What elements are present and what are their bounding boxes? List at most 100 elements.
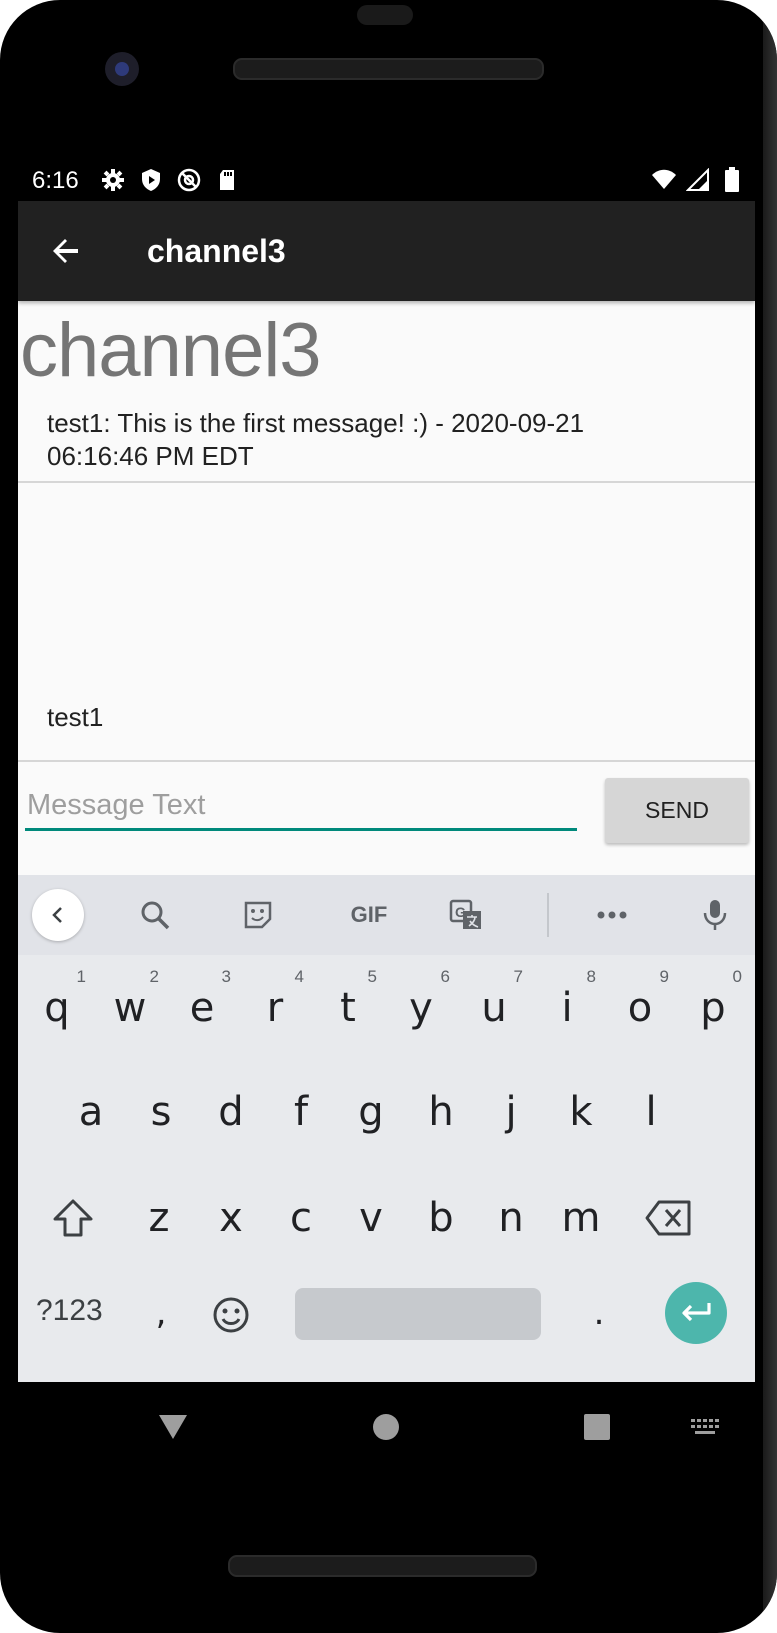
message-list-empty-area — [18, 502, 755, 737]
key-comma[interactable]: , — [128, 1268, 194, 1358]
symbols-key[interactable]: ?123 — [36, 1294, 103, 1328]
key-label: t — [340, 985, 356, 1031]
message-list: test1: This is the first message! :) - 2… — [18, 407, 755, 483]
space-key[interactable] — [295, 1288, 541, 1340]
recents-square-icon[interactable] — [574, 1404, 620, 1450]
sensor — [357, 5, 413, 25]
key-n[interactable]: n — [478, 1173, 544, 1263]
toolbar-separator — [547, 893, 549, 937]
key-m[interactable]: m — [548, 1173, 614, 1263]
key-hint: 2 — [149, 967, 159, 986]
mic-icon[interactable] — [695, 895, 735, 935]
keyboard-toolbar: GIF G — [18, 875, 755, 955]
app-bar: channel3 — [18, 201, 755, 301]
status-icons-left — [100, 167, 240, 193]
translate-icon[interactable]: G — [446, 895, 486, 935]
key-y[interactable]: y6 — [388, 963, 454, 1053]
key-hint: 1 — [76, 967, 86, 986]
key-label: o — [627, 985, 653, 1031]
shield-play-icon — [138, 167, 164, 193]
key-hint: 9 — [659, 967, 669, 986]
phone-frame: 6:16 channel3 channel3 test1: This is th… — [0, 0, 777, 1633]
battery-icon — [719, 167, 745, 193]
key-t[interactable]: t5 — [315, 963, 381, 1053]
front-camera — [105, 52, 139, 86]
key-label: r — [266, 985, 284, 1031]
signal-icon — [685, 167, 711, 193]
key-i[interactable]: i8 — [534, 963, 600, 1053]
key-g[interactable]: g — [338, 1067, 404, 1157]
key-label: e — [189, 985, 215, 1031]
status-time: 6:16 — [32, 167, 79, 194]
key-row-1: q1 w2 e3 r4 t5 y6 u7 i8 o9 p0 — [18, 963, 755, 1063]
key-v[interactable]: v — [338, 1173, 404, 1263]
soft-keyboard: GIF G q1 w2 e3 r4 t5 y6 u 7 i 8 o 9 p 0 … — [18, 875, 755, 1382]
key-e[interactable]: e3 — [169, 963, 235, 1053]
gear-icon — [100, 167, 126, 193]
earpiece-speaker — [233, 58, 544, 80]
key-o[interactable]: o9 — [607, 963, 673, 1053]
wifi-icon — [651, 167, 677, 193]
key-h[interactable]: h — [408, 1067, 474, 1157]
app-bar-title: channel3 — [147, 233, 286, 269]
status-icons-right — [651, 167, 745, 193]
key-j[interactable]: j — [478, 1067, 544, 1157]
keyboard-switch-icon[interactable] — [682, 1404, 728, 1450]
arrow-left-icon[interactable] — [42, 227, 90, 275]
key-w[interactable]: w2 — [97, 963, 163, 1053]
message-text-line1: test1: This is the first message! :) - 2… — [47, 408, 585, 438]
backspace-icon[interactable] — [636, 1173, 702, 1263]
key-c[interactable]: c — [268, 1173, 334, 1263]
gif-label: GIF — [350, 902, 388, 927]
key-row-2: a s d f g h j k l — [18, 1067, 755, 1167]
username-label: test1 — [47, 702, 104, 732]
key-r[interactable]: r4 — [242, 963, 308, 1053]
key-label: w — [113, 985, 147, 1031]
shift-icon[interactable] — [40, 1173, 106, 1263]
key-l[interactable]: l — [618, 1067, 684, 1157]
key-hint: 8 — [586, 967, 596, 986]
message-input[interactable] — [25, 782, 577, 831]
key-label: p — [700, 985, 726, 1031]
gif-button[interactable]: GIF — [339, 895, 399, 935]
key-z[interactable]: z — [126, 1173, 192, 1263]
emoji-icon[interactable] — [198, 1270, 264, 1360]
bottom-speaker — [228, 1555, 537, 1577]
message-text-line2: 06:16:46 PM EDT — [47, 441, 254, 471]
key-label: y — [409, 985, 433, 1031]
key-q[interactable]: q1 — [24, 963, 90, 1053]
at-sign-icon — [176, 167, 202, 193]
message-item[interactable]: test1: This is the first message! :) - 2… — [18, 407, 755, 483]
key-k[interactable]: k — [548, 1067, 614, 1157]
key-s[interactable]: s — [128, 1067, 194, 1157]
key-x[interactable]: x — [198, 1173, 264, 1263]
key-u[interactable]: u7 — [461, 963, 527, 1053]
back-triangle-icon[interactable] — [150, 1404, 196, 1450]
key-period[interactable]: . — [566, 1268, 632, 1358]
status-bar: 6:16 — [18, 157, 755, 201]
system-nav-bar — [18, 1382, 755, 1472]
key-f[interactable]: f — [268, 1067, 334, 1157]
key-row-4: ?123 , . — [18, 1280, 755, 1380]
home-circle-icon[interactable] — [363, 1404, 409, 1450]
key-hint: 6 — [440, 967, 450, 986]
key-a[interactable]: a — [58, 1067, 124, 1157]
enter-icon[interactable] — [665, 1282, 727, 1344]
key-label: u — [481, 985, 507, 1031]
send-button[interactable]: SEND — [605, 778, 749, 843]
chevron-left-icon[interactable] — [32, 889, 84, 941]
phone-edge — [763, 0, 777, 1633]
composer-row: SEND — [18, 762, 755, 843]
more-icon[interactable] — [592, 895, 632, 935]
key-hint: 4 — [294, 967, 304, 986]
key-hint: 5 — [367, 967, 377, 986]
sd-card-icon — [214, 167, 240, 193]
key-p[interactable]: p0 — [680, 963, 746, 1053]
key-hint: 0 — [732, 967, 742, 986]
sticker-icon[interactable] — [238, 895, 278, 935]
key-hint: 7 — [513, 967, 523, 986]
key-label: q — [44, 985, 70, 1031]
search-icon[interactable] — [135, 895, 175, 935]
key-b[interactable]: b — [408, 1173, 474, 1263]
key-d[interactable]: d — [198, 1067, 264, 1157]
